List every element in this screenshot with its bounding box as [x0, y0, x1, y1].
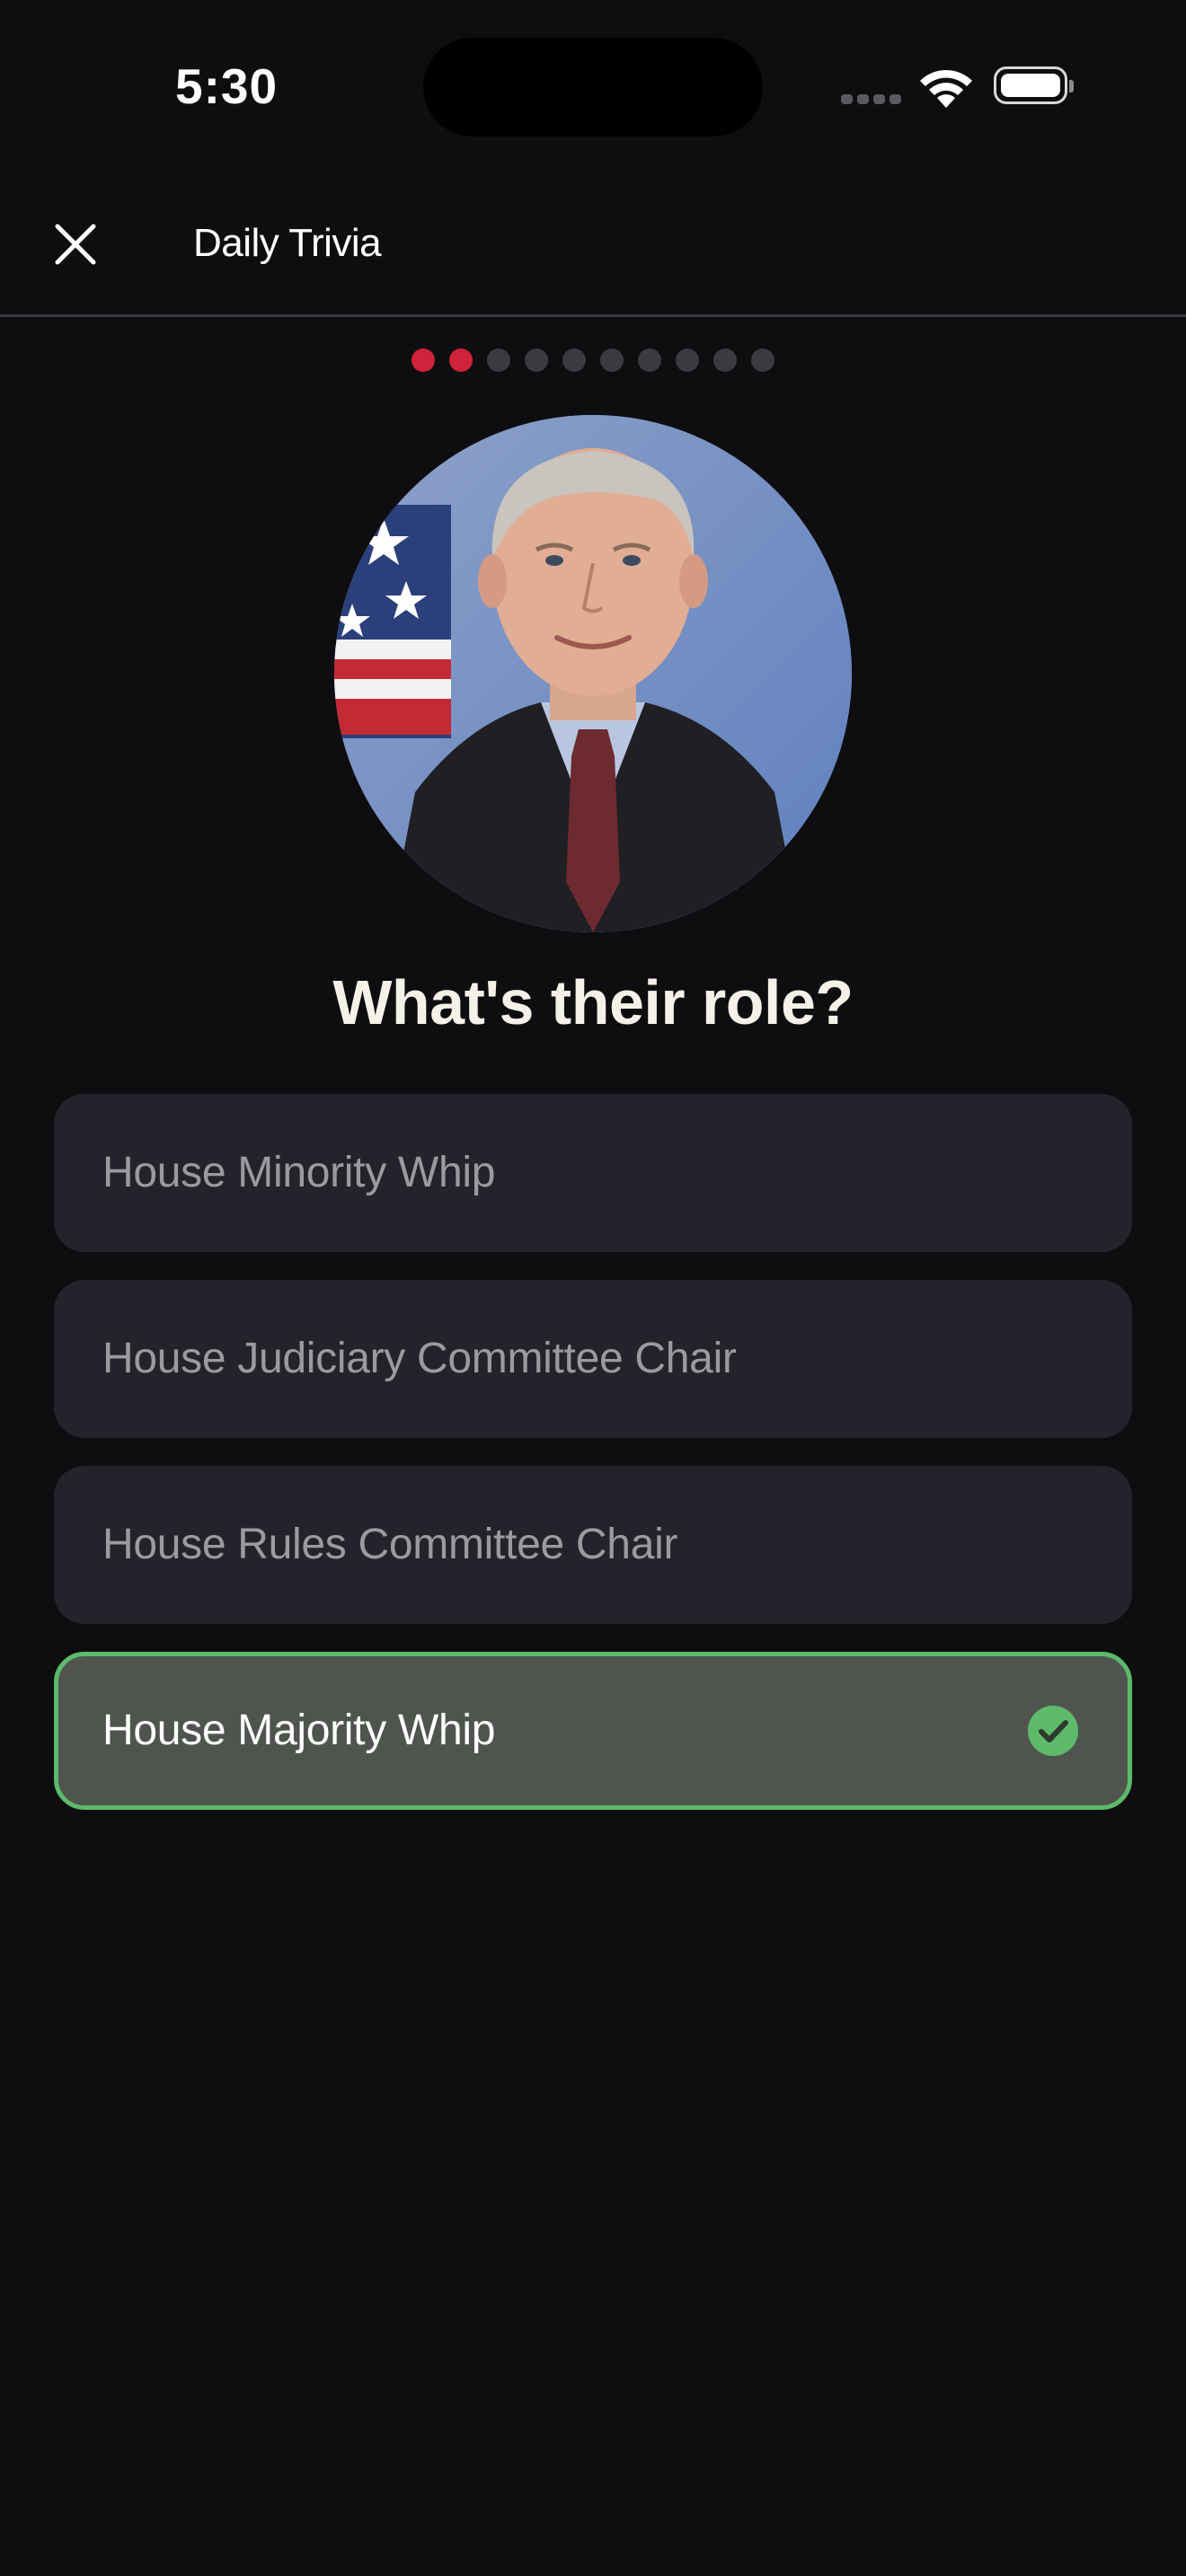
person-portrait — [334, 415, 852, 932]
battery-icon — [994, 66, 1074, 104]
progress-dot — [525, 348, 548, 372]
progress-dot — [676, 348, 699, 372]
answer-option-label: House Judiciary Committee Chair — [102, 1335, 737, 1382]
progress-dot — [562, 348, 586, 372]
checkmark-icon — [1028, 1706, 1078, 1756]
progress-indicator — [412, 348, 780, 374]
status-time: 5:30 — [175, 58, 279, 114]
progress-dot — [487, 348, 510, 372]
progress-dot — [751, 348, 774, 372]
answer-option-label: House Majority Whip — [102, 1707, 496, 1754]
question-text: What's their role? — [332, 967, 854, 1037]
page-title: Daily Trivia — [193, 221, 382, 265]
dynamic-island — [423, 38, 763, 137]
progress-dot — [412, 348, 435, 372]
answer-option-3[interactable]: House Rules Committee Chair — [54, 1466, 1132, 1624]
close-icon[interactable] — [49, 217, 102, 271]
status-bar: 5:30 — [0, 0, 1186, 171]
cellular-signal-icon — [841, 94, 902, 105]
answer-option-label: House Rules Committee Chair — [102, 1521, 678, 1568]
answer-option-4-correct[interactable]: House Majority Whip — [54, 1652, 1132, 1810]
top-bar: Daily Trivia — [0, 171, 1186, 317]
answer-option-2[interactable]: House Judiciary Committee Chair — [54, 1280, 1132, 1438]
progress-dot — [713, 348, 737, 372]
wifi-icon — [920, 69, 972, 108]
progress-dot — [600, 348, 624, 372]
progress-dot — [449, 348, 473, 372]
answer-option-label: House Minority Whip — [102, 1149, 496, 1196]
progress-dot — [638, 348, 661, 372]
answer-option-1[interactable]: House Minority Whip — [54, 1094, 1132, 1252]
